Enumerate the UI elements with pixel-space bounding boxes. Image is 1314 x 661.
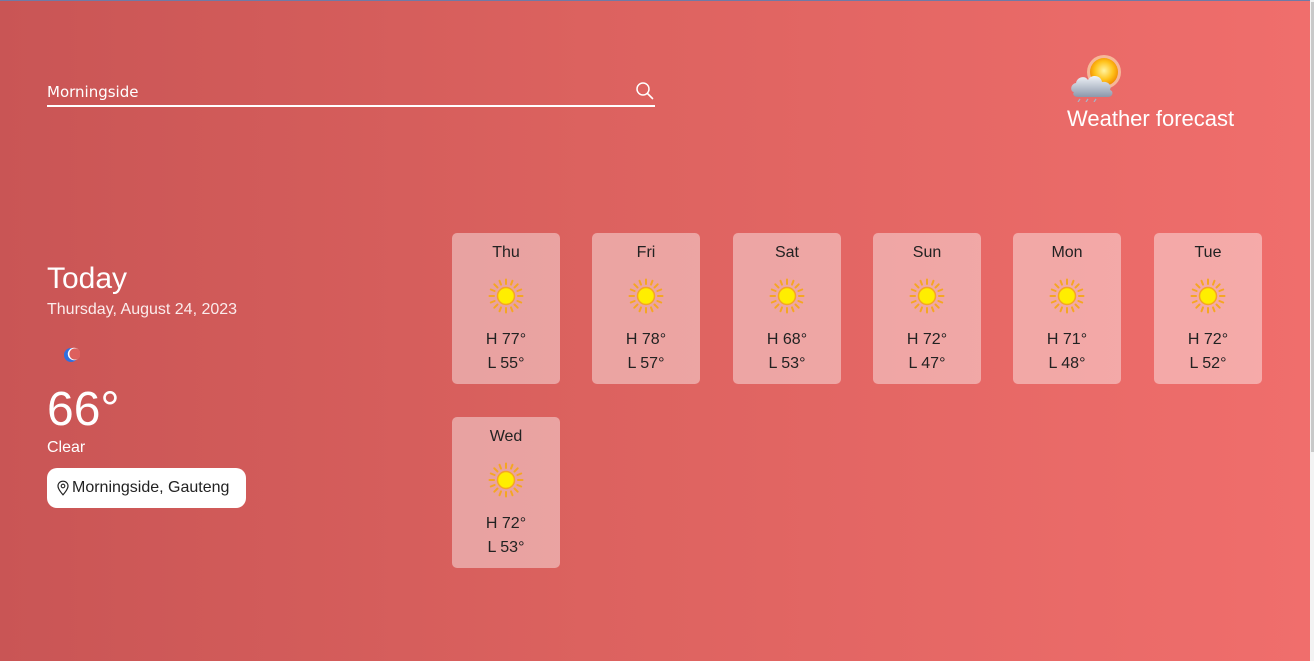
forecast-high: H 78° [625,331,667,348]
forecast-low: L 47° [908,355,946,372]
location-badge[interactable]: Morningside, Gauteng [47,468,246,508]
forecast-day: Mon [1051,244,1083,261]
forecast-card: Mon H 71° L 48° [1013,233,1121,384]
sun-icon [1049,278,1085,314]
sun-icon [488,278,524,314]
forecast-low: L 53° [768,355,806,372]
current-temperature: 66° [47,383,120,436]
brand: Weather forecast [1062,46,1272,140]
location-pin-icon [57,480,69,496]
forecast-high: H 77° [485,331,527,348]
forecast-low: L 48° [1048,355,1086,372]
scrollbar[interactable] [1310,0,1314,661]
forecast-day: Sat [774,244,799,261]
sun-icon [1190,278,1226,314]
forecast-low: L 52° [1189,355,1227,372]
sun-behind-cloud-icon [1071,55,1121,102]
search-input[interactable] [47,81,627,103]
window-top-edge [0,0,1314,1]
forecast-high: H 72° [485,515,527,532]
forecast-card: Sat H 68° L 53° [733,233,841,384]
forecast-low: L 57° [627,355,665,372]
forecast-day: Thu [492,244,520,261]
sun-icon [769,278,805,314]
forecast-day: Tue [1194,244,1222,261]
moon-icon [64,347,80,362]
location-label: Morningside, Gauteng [72,479,230,496]
forecast-card: Tue H 72° L 52° [1154,233,1262,384]
forecast-high: H 68° [766,331,808,348]
sun-icon [628,278,664,314]
search-icon[interactable] [635,81,655,101]
today-title: Today [47,262,128,295]
current-condition: Clear [47,439,86,456]
forecast-low: L 53° [487,539,525,556]
forecast-card: Thu H 77° L 55° [452,233,560,384]
today-date: Thursday, August 24, 2023 [47,301,238,318]
forecast-day: Wed [489,428,523,445]
app-title: Weather forecast [1067,106,1235,131]
sun-icon [488,462,524,498]
forecast-day: Fri [636,244,656,261]
search-bar [47,78,655,107]
sun-icon [909,278,945,314]
forecast-card: Fri H 78° L 57° [592,233,700,384]
forecast-card: Wed H 72° L 53° [452,417,560,568]
forecast-card: Sun H 72° L 47° [873,233,981,384]
forecast-high: H 71° [1046,331,1088,348]
forecast-low: L 55° [487,355,525,372]
forecast-day: Sun [912,244,942,261]
forecast-high: H 72° [1187,331,1229,348]
forecast-high: H 72° [906,331,948,348]
